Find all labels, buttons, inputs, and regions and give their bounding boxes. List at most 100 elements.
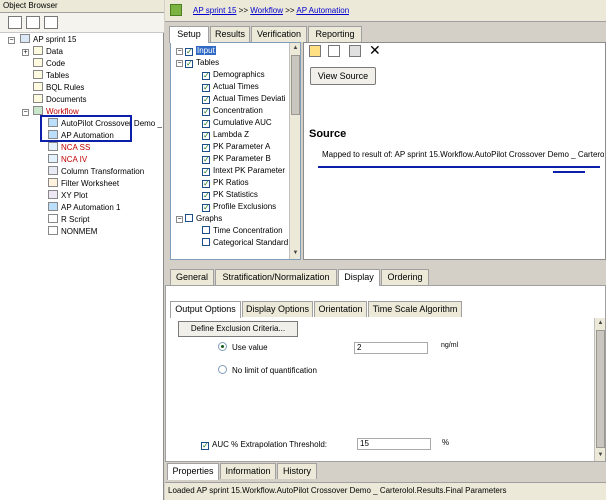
use-value-option[interactable]: Use value [218, 342, 268, 352]
tab-setup[interactable]: Setup [169, 26, 209, 43]
checkbox[interactable]: ✓ [185, 60, 193, 68]
config-item[interactable]: ✓ Intext PK Parameter [202, 165, 285, 177]
no-limit-option[interactable]: No limit of quantification [218, 365, 317, 375]
tab-ordering[interactable]: Ordering [381, 269, 429, 285]
copy-icon[interactable] [328, 45, 340, 57]
radio-no-limit[interactable] [218, 365, 227, 374]
bottom-tabs: Properties Information History [165, 463, 606, 480]
nca-icon [48, 154, 58, 163]
tab-output-options[interactable]: Output Options [170, 301, 241, 318]
config-item[interactable]: Time Concentration [202, 225, 283, 237]
tree-item-nonmem[interactable]: NONMEM [48, 226, 97, 238]
config-item[interactable]: ✓ Actual Times Deviati [202, 93, 285, 105]
display-subtabs: Output Options Display Options Orientati… [170, 301, 606, 318]
auc-threshold-input[interactable]: 15 [357, 438, 431, 450]
tree-item-xy-plot[interactable]: XY Plot [48, 190, 88, 202]
tree-item-code[interactable]: Code [33, 58, 65, 70]
scroll-thumb[interactable] [596, 330, 605, 448]
breadcrumb-ap-automation[interactable]: AP Automation [296, 6, 349, 15]
config-item[interactable]: ✓ PK Parameter B [202, 153, 271, 165]
top-tabs: Setup Results Verification Reporting [165, 26, 606, 43]
tree-item-nca-ss[interactable]: NCA SS [48, 142, 90, 154]
tab-orientation[interactable]: Orientation [314, 301, 367, 317]
properties-toolbar: ✕ [305, 42, 425, 60]
folder-icon [33, 70, 43, 79]
collapse-icon[interactable]: − [8, 37, 15, 44]
scroll-down-icon[interactable]: ▼ [595, 450, 606, 461]
tab-reporting[interactable]: Reporting [308, 26, 362, 42]
config-item[interactable]: ✓ PK Statistics [202, 189, 258, 201]
tab-time-scale-algorithm[interactable]: Time Scale Algorithm [368, 301, 462, 317]
source-value: Mapped to result of: AP sprint 15.Workfl… [322, 150, 604, 159]
tree-item-documents[interactable]: Documents [33, 94, 86, 106]
tree-item-graphs[interactable]: − Graphs [176, 213, 222, 225]
project-icon [20, 34, 30, 43]
breadcrumb: AP sprint 15 >> Workflow >> AP Automatio… [193, 6, 350, 15]
tree-item-ap-automation-1[interactable]: AP Automation 1 [48, 202, 120, 214]
radio-use-value[interactable] [218, 342, 227, 351]
close-icon[interactable]: ✕ [369, 42, 381, 58]
up-arrow-icon[interactable] [170, 4, 182, 16]
tree-item-tables[interactable]: Tables [33, 70, 69, 82]
tree-item-bql-rules[interactable]: BQL Rules [33, 82, 84, 94]
expand-icon[interactable]: + [22, 49, 29, 56]
auc-threshold-option[interactable]: ✓ AUC % Extrapolation Threshold: [201, 440, 327, 450]
tree-item-tables[interactable]: − ✓ Tables [176, 57, 219, 69]
scroll-up-icon[interactable]: ▲ [290, 43, 301, 54]
define-exclusion-button[interactable]: Define Exclusion Criteria... [178, 321, 298, 337]
folder-icon [33, 94, 43, 103]
transform-icon [48, 166, 58, 175]
tab-verification[interactable]: Verification [251, 26, 307, 42]
tab-stratification[interactable]: Stratification/Normalization [215, 269, 337, 285]
config-item[interactable]: ✓ Actual Times [202, 81, 259, 93]
breadcrumb-workflow[interactable]: Workflow [250, 6, 283, 15]
object-browser-title: Object Browser [0, 0, 164, 13]
settings-tabs: General Stratification/Normalization Dis… [170, 269, 606, 286]
tab-information[interactable]: Information [220, 463, 276, 479]
tree-item-input[interactable]: − ✓ Input [176, 45, 216, 57]
tab-history[interactable]: History [277, 463, 317, 479]
object-browser-toolbar [0, 13, 164, 33]
config-item[interactable]: ✓ PK Parameter A [202, 141, 270, 153]
config-item[interactable]: ✓ PK Ratios [202, 177, 249, 189]
open-icon[interactable] [309, 45, 321, 57]
refresh-icon[interactable] [44, 16, 58, 29]
view-source-button[interactable]: View Source [310, 67, 376, 85]
tree-item-filter-worksheet[interactable]: Filter Worksheet [48, 178, 119, 190]
tab-display-options[interactable]: Display Options [242, 301, 313, 317]
scroll-thumb[interactable] [291, 55, 300, 115]
map-icon[interactable] [349, 45, 361, 57]
tree-item-column-transformation[interactable]: Column Transformation [48, 166, 144, 178]
scrollbar[interactable]: ▲ ▼ [289, 43, 300, 259]
tab-general[interactable]: General [170, 269, 214, 285]
config-item[interactable]: ✓ Lambda Z [202, 129, 249, 141]
scroll-down-icon[interactable]: ▼ [290, 248, 301, 259]
use-value-input[interactable]: 2 [354, 342, 428, 354]
breadcrumb-project[interactable]: AP sprint 15 [193, 6, 236, 15]
tree-item-data[interactable]: Data [33, 46, 63, 58]
tab-results[interactable]: Results [210, 26, 250, 42]
export-icon[interactable] [26, 16, 40, 29]
config-item[interactable]: ✓ Profile Exclusions [202, 201, 276, 213]
status-bar: Loaded AP sprint 15.Workflow.AutoPilot C… [165, 482, 606, 500]
tree-item-nca-iv[interactable]: NCA IV [48, 154, 87, 166]
config-item[interactable]: ✓ Demographics [202, 69, 265, 81]
workflow-icon [33, 106, 43, 115]
tab-properties[interactable]: Properties [167, 463, 219, 480]
config-item[interactable]: ✓ Concentration [202, 105, 263, 117]
object-browser-panel [0, 0, 164, 500]
scroll-up-icon[interactable]: ▲ [595, 318, 606, 329]
config-item[interactable]: ✓ Cumulative AUC [202, 117, 272, 129]
tree-item-r-script[interactable]: R Script [48, 214, 89, 226]
import-icon[interactable] [8, 16, 22, 29]
autopilot-icon [48, 202, 58, 211]
tree-item-project[interactable]: AP sprint 15 [20, 34, 76, 46]
tab-display[interactable]: Display [338, 269, 380, 286]
collapse-icon[interactable]: − [22, 109, 29, 116]
scrollbar[interactable]: ▲ ▼ [594, 318, 605, 461]
auc-checkbox[interactable]: ✓ [201, 442, 209, 450]
nca-icon [48, 142, 58, 151]
config-item[interactable]: Categorical Standard [202, 237, 288, 249]
source-underline-short [553, 171, 585, 173]
checkbox[interactable]: ✓ [185, 48, 193, 56]
